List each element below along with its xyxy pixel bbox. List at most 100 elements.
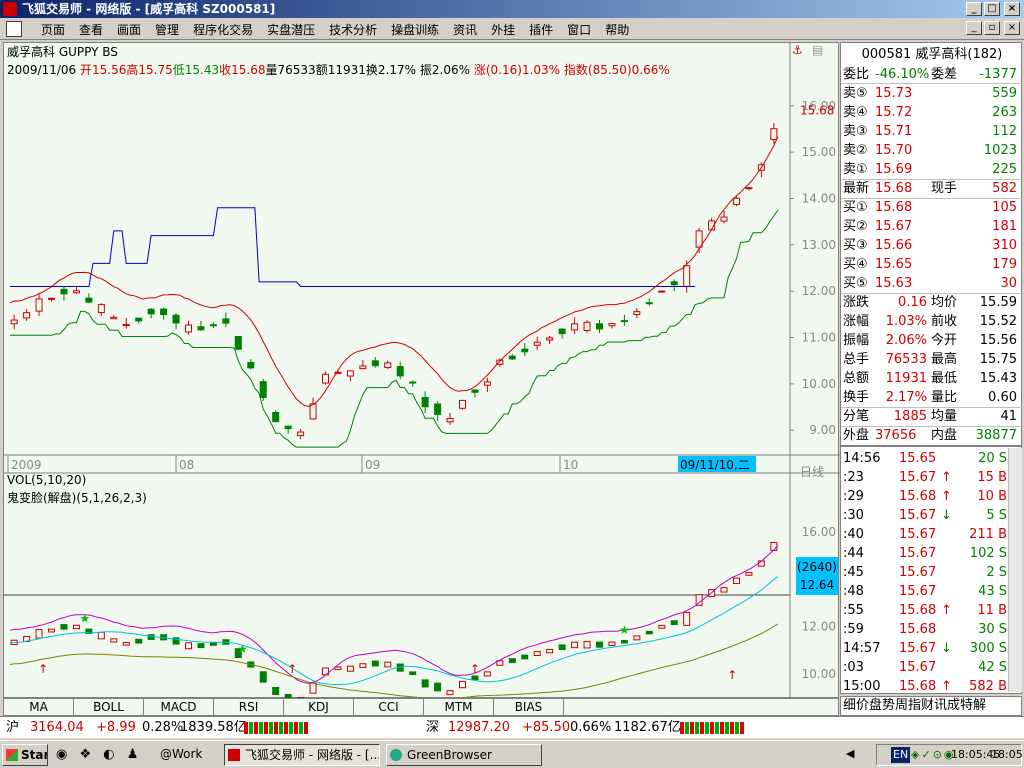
candle-down [396,366,404,377]
buy-volume: 179 [992,257,1017,272]
greenbrowser-icon [390,749,402,761]
menu-item-3[interactable]: 管理 [148,21,186,38]
buy-label: 买① [843,200,868,215]
trade-row: 14:57 15.67 ↓ 300 S [841,639,1009,658]
menu-item-12[interactable]: 帮助 [598,21,636,38]
task-feihu[interactable]: 飞狐交易师 - 网络版 - [... [224,744,380,766]
trade-volume: 582 B [969,679,1007,694]
menu-item-6[interactable]: 技术分析 [322,21,384,38]
amt-label: 额 [315,63,328,77]
sell-label: 卖④ [843,105,868,120]
trade-row: :44 15.67 102 S [841,544,1009,563]
wecha-label: 委差 [931,67,958,82]
sell-row-0: 卖⑤ 15.73 559 [841,84,1023,103]
trade-row: :40 15.67 211 B [841,525,1009,544]
trade-row: :29 15.68 ↑ 10 B [841,487,1009,506]
indicator-candle-up [384,661,392,668]
ohlc-line: 2009/11/06 开15.56高15.75低15.43收15.68量7653… [7,63,670,77]
stat-value2: 15.56 [979,333,1017,348]
trade-price: 15.67 [899,546,937,561]
tray-icons[interactable]: ◈✓⊙◉ [911,745,956,765]
indicator-cyan-line [9,576,779,686]
sell-row-2: 卖③ 15.71 112 [841,122,1023,141]
menu-item-10[interactable]: 插件 [522,21,560,38]
quote-tab-strip[interactable]: 细价盘势周指财讯成特解 [840,696,1022,716]
task-greenbrowser[interactable]: GreenBrowser [386,744,542,766]
tab-cci[interactable]: CCI [354,699,424,715]
indicator-candle-up [745,572,753,576]
anchor-icon[interactable]: ⚓ [792,43,803,57]
menu-item-11[interactable]: 窗口 [560,21,598,38]
tab-kdj[interactable]: KDJ [284,699,354,715]
indicator-candle-down [508,658,516,663]
tab-rsi[interactable]: RSI [214,699,284,715]
maximize-button[interactable]: □ [984,2,1000,16]
amt-value: 11931 [327,63,366,77]
tab-macd[interactable]: MACD [144,699,214,715]
menu-item-0[interactable]: 页面 [34,21,72,38]
tab-boll[interactable]: BOLL [74,699,144,715]
stock-code: 000581 威孚高科(182) [861,47,1003,62]
indicator-candle-up [533,651,541,657]
sz-amount: 1182.67亿 [614,720,681,735]
buy-label: 买⑤ [843,276,868,291]
candle-up [322,373,330,384]
trade-volume: 15 B [977,470,1007,485]
tab-mtm[interactable]: MTM [424,699,494,715]
indicator-candle-down [645,630,653,635]
quicklaunch-icons[interactable]: ◉ ❖ ◐ ♟ [56,747,146,763]
trade-scrollbar[interactable] [1008,448,1022,692]
start-button[interactable]: Start [2,744,48,766]
indicator-candle-up [359,663,367,668]
candle-up [185,324,193,333]
task-feihu-label: 飞狐交易师 - 网络版 - [... [245,748,380,762]
chg-label: 涨 [473,63,486,77]
lang-indicator[interactable]: EN [891,747,911,763]
candle-up [770,128,778,141]
sh-change: +8.99 [96,720,136,735]
quote-panel: 000581 威孚高科(182) 委比 -46.10% 委差 -1377 卖⑤ 15.73… [840,42,1023,446]
work-toolbar[interactable]: @Work [160,747,202,761]
close-label: 收 [219,63,232,77]
candlestick-chart[interactable]: 16.00 15.00 14.00 13.00 12.00 11.00 10.00 9.00 1… [4,43,840,699]
tab-ma[interactable]: MA [4,699,74,715]
minimize-button[interactable]: _ [966,2,982,16]
trade-price: 15.67 [899,527,937,542]
indicator-candle-up [309,682,317,694]
menu-item-4[interactable]: 程序化交易 [186,21,260,38]
stat-value2: 15.52 [979,314,1017,329]
webi-row: 委比 -46.10% 委差 -1377 [841,65,1023,84]
buy-row-0: 买① 15.68 105 [841,198,1023,217]
trade-time: :55 [843,603,864,618]
indicator-value-1: (2640) [797,560,837,574]
child-close-button[interactable]: × [1004,21,1020,35]
tab-bias[interactable]: BIAS [494,699,564,715]
tray-arrow-icon[interactable]: ◀ [846,747,854,760]
menu-item-8[interactable]: 资讯 [446,21,484,38]
sz-label: 深 [426,720,440,735]
buy-signal-arrow-icon: ↑ [287,662,297,676]
stat-label: 总手 [843,352,870,367]
menu-item-9[interactable]: 外挂 [484,21,522,38]
window-title: 飞狐交易师 - 网络版 - [威孚高科 SZ000581] [22,2,276,16]
child-restore-button[interactable]: ▫ [984,21,1000,35]
period-label[interactable]: 日线 [800,465,824,479]
indicator-candle-up [683,611,691,626]
candle-down [434,403,442,415]
menu-item-2[interactable]: 画面 [110,21,148,38]
indicator-candle-up [732,577,740,585]
trade-price: 15.68 [899,603,937,618]
document-icon[interactable] [6,21,22,37]
child-minimize-button[interactable]: _ [966,21,982,35]
close-button[interactable]: × [1004,2,1020,16]
candle-down [222,318,230,324]
trade-price: 15.67 [899,565,937,580]
chart-area[interactable]: 16.00 15.00 14.00 13.00 12.00 11.00 10.00 9.00 1… [3,42,840,699]
candle-down [60,288,68,295]
buy-label: 买④ [843,257,868,272]
menu-item-5[interactable]: 实盘潜压 [260,21,322,38]
window-icon[interactable]: ▤ [812,43,823,57]
latest-label: 最新 [843,181,870,196]
menu-item-1[interactable]: 查看 [72,21,110,38]
menu-item-7[interactable]: 操盘训练 [384,21,446,38]
